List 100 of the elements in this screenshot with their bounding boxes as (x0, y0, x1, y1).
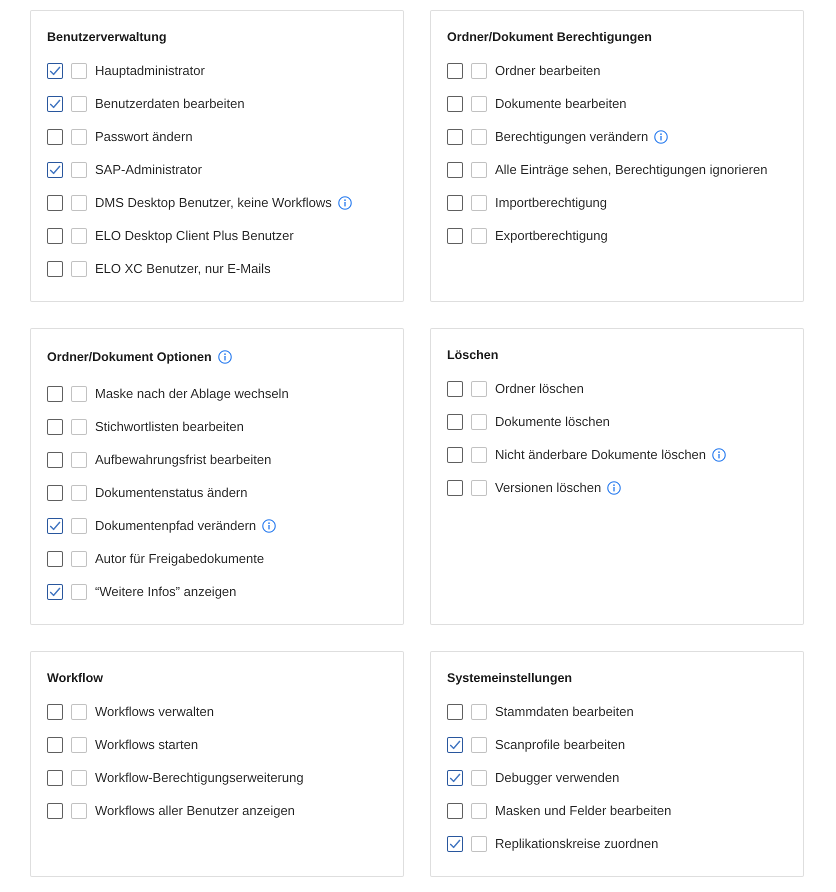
checkbox[interactable] (71, 704, 87, 720)
checkbox[interactable] (47, 194, 63, 210)
permission-label: Nicht änderbare Dokumente löschen (495, 446, 706, 463)
permission-label: Berechtigungen verändern (495, 128, 648, 145)
permission-label: Aufbewahrungsfrist bearbeiten (95, 451, 272, 468)
permission-label: Debugger verwenden (495, 769, 620, 786)
info-icon[interactable] (262, 518, 276, 532)
checkbox[interactable] (471, 736, 487, 752)
checkbox[interactable] (471, 380, 487, 396)
checkbox[interactable] (71, 386, 87, 402)
permission-label: Workflows aller Benutzer anzeigen (95, 802, 295, 819)
checkbox[interactable] (447, 162, 463, 178)
checkbox[interactable] (447, 194, 463, 210)
checkbox[interactable] (47, 550, 63, 566)
permission-label: Ordner löschen (495, 380, 584, 397)
checkbox[interactable] (447, 770, 463, 786)
checkbox[interactable] (71, 162, 87, 178)
checkbox[interactable] (71, 484, 87, 500)
checkbox[interactable] (471, 162, 487, 178)
checkbox[interactable] (71, 550, 87, 566)
checkbox[interactable] (447, 228, 463, 244)
checkbox[interactable] (447, 96, 463, 112)
checkbox[interactable] (471, 802, 487, 818)
checkbox[interactable] (447, 446, 463, 462)
checkbox[interactable] (47, 484, 63, 500)
checkbox[interactable] (471, 128, 487, 144)
checkbox[interactable] (447, 480, 463, 496)
checkbox[interactable] (471, 480, 487, 496)
checkbox[interactable] (47, 770, 63, 786)
permission-label: ELO XC Benutzer, nur E-Mails (95, 260, 271, 277)
permission-label: Workflow-Berechtigungserweiterung (95, 769, 304, 786)
panel-title: Benutzerverwaltung (47, 29, 166, 46)
permission-label: Dokumente bearbeiten (495, 95, 627, 112)
permission-label: Benutzerdaten bearbeiten (95, 95, 245, 112)
checkbox[interactable] (447, 802, 463, 818)
checkbox[interactable] (47, 128, 63, 144)
panel-title: Ordner/Dokument Berechtigungen (447, 29, 652, 46)
checkbox[interactable] (47, 736, 63, 752)
permission-label: Autor für Freigabedokumente (95, 550, 264, 567)
checkbox[interactable] (447, 836, 463, 852)
checkbox[interactable] (71, 418, 87, 434)
checkbox[interactable] (47, 62, 63, 78)
checkbox[interactable] (47, 260, 63, 276)
permission-label: Dokumente löschen (495, 413, 610, 430)
checkbox[interactable] (471, 446, 487, 462)
checkbox[interactable] (471, 228, 487, 244)
info-icon[interactable] (218, 350, 232, 364)
info-icon[interactable] (654, 130, 668, 144)
checkbox[interactable] (71, 96, 87, 112)
checkbox[interactable] (71, 228, 87, 244)
checkbox[interactable] (47, 584, 63, 600)
checkbox[interactable] (47, 704, 63, 720)
checkbox[interactable] (471, 836, 487, 852)
panel-title: Löschen (447, 347, 498, 364)
checkbox[interactable] (71, 770, 87, 786)
permission-label: Alle Einträge sehen, Berechtigungen ignorieren (495, 161, 768, 178)
checkbox[interactable] (47, 386, 63, 402)
checkbox[interactable] (71, 802, 87, 818)
checkbox[interactable] (447, 380, 463, 396)
checkbox[interactable] (471, 770, 487, 786)
permission-label: Stichwortlisten bearbeiten (95, 418, 244, 435)
permission-label: Maske nach der Ablage wechseln (95, 385, 289, 402)
checkbox[interactable] (47, 802, 63, 818)
checkbox[interactable] (71, 736, 87, 752)
checkbox[interactable] (71, 194, 87, 210)
checkbox[interactable] (447, 704, 463, 720)
permission-label: Workflows starten (95, 736, 198, 753)
info-icon[interactable] (712, 448, 726, 462)
checkbox[interactable] (71, 518, 87, 534)
checkbox[interactable] (47, 518, 63, 534)
checkbox[interactable] (447, 62, 463, 78)
checkbox[interactable] (471, 62, 487, 78)
panel-title: Systemeinstellungen (447, 670, 572, 687)
checkbox[interactable] (71, 452, 87, 468)
checkbox[interactable] (447, 128, 463, 144)
checkbox[interactable] (471, 194, 487, 210)
permission-label: Ordner bearbeiten (495, 62, 601, 79)
panel-title: Ordner/Dokument Optionen (47, 349, 212, 366)
checkbox[interactable] (47, 162, 63, 178)
checkbox[interactable] (47, 418, 63, 434)
info-icon[interactable] (607, 480, 622, 494)
checkbox[interactable] (71, 584, 87, 600)
permission-label: DMS Desktop Benutzer, keine Workflows (95, 194, 332, 211)
checkbox[interactable] (47, 228, 63, 244)
info-icon[interactable] (338, 196, 352, 210)
checkbox[interactable] (71, 62, 87, 78)
panel-title: Workflow (47, 670, 104, 687)
permission-label: Versionen löschen (495, 479, 602, 496)
checkbox[interactable] (471, 96, 487, 112)
permission-label: Dokumentenpfad verändern (95, 517, 256, 534)
checkbox[interactable] (471, 414, 487, 430)
checkbox[interactable] (47, 96, 63, 112)
checkbox[interactable] (71, 128, 87, 144)
checkbox[interactable] (47, 452, 63, 468)
checkbox[interactable] (447, 414, 463, 430)
permission-label: Exportberechtigung (495, 227, 608, 244)
permission-label: Stammdaten bearbeiten (495, 703, 634, 720)
checkbox[interactable] (71, 260, 87, 276)
checkbox[interactable] (471, 704, 487, 720)
checkbox[interactable] (447, 736, 463, 752)
